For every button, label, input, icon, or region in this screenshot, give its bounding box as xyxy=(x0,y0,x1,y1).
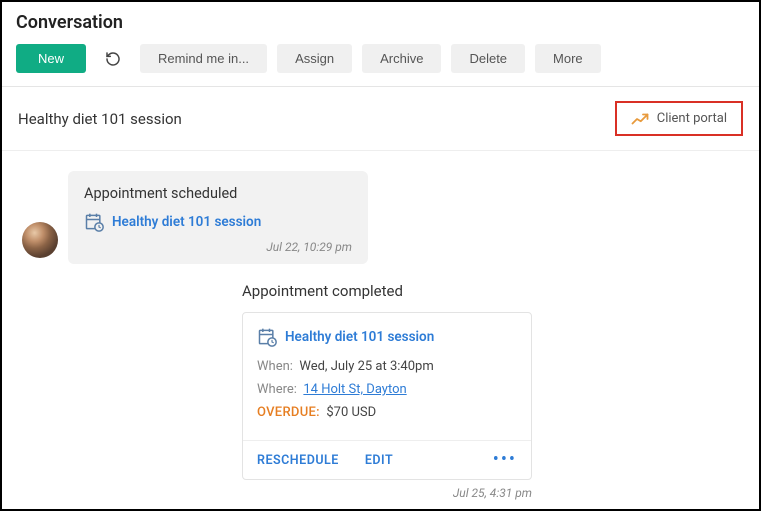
client-portal-label: Client portal xyxy=(657,111,727,126)
where-row: Where: 14 Holt St, Dayton xyxy=(257,382,517,397)
when-label: When: xyxy=(257,359,293,374)
refresh-icon xyxy=(105,51,121,67)
reschedule-button[interactable]: RESCHEDULE xyxy=(257,453,339,468)
calendar-icon xyxy=(257,327,277,347)
overdue-value: $70 USD xyxy=(326,405,376,420)
where-link[interactable]: 14 Holt St, Dayton xyxy=(303,382,406,397)
when-value: Wed, July 25 at 3:40pm xyxy=(299,359,433,374)
subheader: Healthy diet 101 session Client portal xyxy=(2,87,759,151)
message-completed: Appointment completed Healthy diet 101 s… xyxy=(242,282,532,500)
overdue-label: OVERDUE: xyxy=(257,405,320,420)
refresh-button[interactable] xyxy=(96,43,130,74)
timestamp: Jul 22, 10:29 pm xyxy=(84,240,352,254)
header: Conversation New Remind me in... Assign … xyxy=(2,2,759,87)
assign-button[interactable]: Assign xyxy=(277,44,352,73)
toolbar: New Remind me in... Assign Archive Delet… xyxy=(16,43,745,74)
appointment-card: Healthy diet 101 session When: Wed, July… xyxy=(242,312,532,480)
archive-button[interactable]: Archive xyxy=(362,44,441,73)
message-scheduled: Appointment scheduled Healthy diet 101 s… xyxy=(22,171,739,264)
card-title: Appointment completed xyxy=(242,282,532,300)
edit-button[interactable]: EDIT xyxy=(365,453,393,468)
appointment-link-row: Healthy diet 101 session xyxy=(84,212,352,232)
calendar-icon xyxy=(84,212,104,232)
when-row: When: Wed, July 25 at 3:40pm xyxy=(257,359,517,374)
where-label: Where: xyxy=(257,382,297,397)
overdue-row: OVERDUE: $70 USD xyxy=(257,405,517,420)
client-portal-button[interactable]: Client portal xyxy=(615,101,743,136)
feed: Appointment scheduled Healthy diet 101 s… xyxy=(2,151,759,500)
card-actions: RESCHEDULE EDIT ••• xyxy=(243,440,531,479)
page-title: Conversation xyxy=(16,12,745,33)
more-button[interactable]: More xyxy=(535,44,601,73)
message-bubble: Appointment scheduled Healthy diet 101 s… xyxy=(68,171,368,264)
remind-button[interactable]: Remind me in... xyxy=(140,44,267,73)
conversation-subject: Healthy diet 101 session xyxy=(18,110,182,128)
card-body: Healthy diet 101 session When: Wed, July… xyxy=(243,313,531,440)
avatar xyxy=(22,222,58,258)
timestamp: Jul 25, 4:31 pm xyxy=(242,486,532,500)
appointment-link-row: Healthy diet 101 session xyxy=(257,327,517,347)
appointment-link[interactable]: Healthy diet 101 session xyxy=(112,214,261,230)
delete-button[interactable]: Delete xyxy=(451,44,525,73)
more-actions-button[interactable]: ••• xyxy=(493,451,517,469)
new-button[interactable]: New xyxy=(16,44,86,73)
trend-up-icon xyxy=(631,112,649,126)
bubble-title: Appointment scheduled xyxy=(84,185,352,202)
appointment-link[interactable]: Healthy diet 101 session xyxy=(285,329,434,345)
